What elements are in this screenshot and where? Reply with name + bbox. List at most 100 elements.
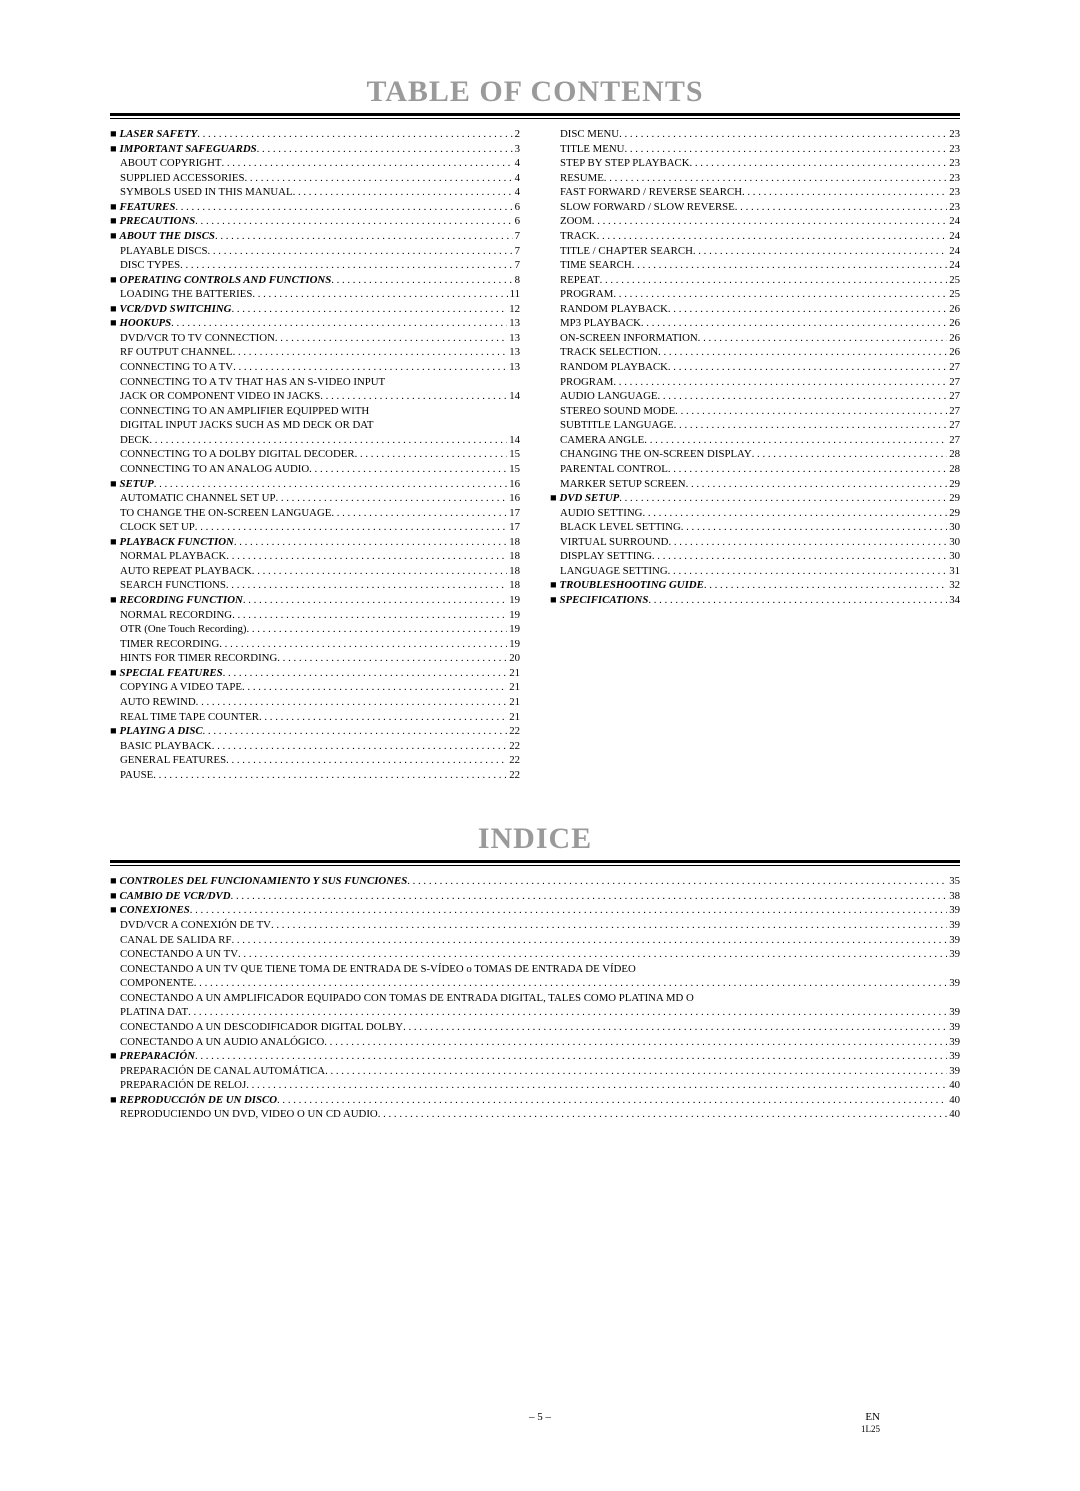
toc-entry: NORMAL RECORDING19 <box>110 608 520 623</box>
toc-entry: MP3 PLAYBACK26 <box>550 316 960 331</box>
toc-entry-label: ■PLAYBACK FUNCTION <box>110 535 234 550</box>
toc-entry-label: RANDOM PLAYBACK <box>560 302 668 317</box>
toc-dots <box>681 520 947 535</box>
toc-entry-label: BASIC PLAYBACK <box>120 739 212 754</box>
toc-dots <box>690 156 948 171</box>
toc-entry: PLATINA DAT39 <box>110 1005 960 1020</box>
toc-dots <box>221 156 512 171</box>
toc-entry-page: 26 <box>947 316 960 331</box>
toc-dots <box>403 1020 947 1035</box>
toc-entry-label: SUPPLIED ACCESSORIES <box>120 171 245 186</box>
divider <box>110 860 960 863</box>
toc-entry-label: REAL TIME TAPE COUNTER <box>120 710 259 725</box>
toc-entry-page: 18 <box>507 535 520 550</box>
toc-entry-page: 28 <box>947 462 960 477</box>
toc-entry-label: AUTO REWIND <box>120 695 196 710</box>
toc-dots <box>195 520 507 535</box>
toc-entry-page: 13 <box>507 360 520 375</box>
footer-lang: EN <box>865 1411 880 1423</box>
toc-entry: TRACK SELECTION26 <box>550 345 960 360</box>
toc-dots <box>686 477 948 492</box>
toc-entry-label: ■IMPORTANT SAFEGUARDS <box>110 142 257 157</box>
toc-entry-page: 7 <box>513 229 520 244</box>
toc-entry-page: 15 <box>507 462 520 477</box>
toc-entry: PARENTAL CONTROL28 <box>550 462 960 477</box>
toc-dots <box>246 1078 947 1093</box>
toc-dots <box>212 739 508 754</box>
toc-entry-label: ■LASER SAFETY <box>110 127 197 142</box>
toc-entry-label: CONNECTING TO A TV <box>120 360 233 375</box>
toc-entry: TO CHANGE THE ON-SCREEN LANGUAGE17 <box>110 506 520 521</box>
toc-entry: ZOOM24 <box>550 214 960 229</box>
toc-page: TABLE OF CONTENTS ■LASER SAFETY2■IMPORTA… <box>0 0 1080 1491</box>
toc-entry: AUTO REPEAT PLAYBACK18 <box>110 564 520 579</box>
toc-entry: SLOW FORWARD / SLOW REVERSE23 <box>550 200 960 215</box>
toc-entry-page: 22 <box>507 768 520 783</box>
toc-entry-label: ZOOM <box>560 214 592 229</box>
toc-entry-label: REPEAT <box>560 273 600 288</box>
toc-entry: CONECTANDO A UN DESCODIFICADOR DIGITAL D… <box>110 1020 960 1035</box>
toc-dots <box>648 593 947 608</box>
toc-dots <box>238 947 947 962</box>
toc-entry-label: VIRTUAL SURROUND <box>560 535 668 550</box>
toc-entry-page: 24 <box>947 244 960 259</box>
toc-entry: COPYING A VIDEO TAPE21 <box>110 680 520 695</box>
toc-dots <box>658 345 947 360</box>
toc-dots <box>641 316 947 331</box>
toc-entry-label: SEARCH FUNCTIONS <box>120 578 226 593</box>
toc-entry: ■PLAYING A DISC22 <box>110 724 520 739</box>
toc-entry-page: 7 <box>513 258 520 273</box>
toc-entry: ■LASER SAFETY2 <box>110 127 520 142</box>
toc-entry-page: 27 <box>947 433 960 448</box>
toc-dots <box>190 903 947 918</box>
toc-dots <box>752 447 948 462</box>
toc-entry-page: 25 <box>947 273 960 288</box>
toc-entry-page: 21 <box>507 666 520 681</box>
toc-entry-page: 34 <box>947 593 960 608</box>
toc-entry-label: FAST FORWARD / REVERSE SEARCH <box>560 185 742 200</box>
toc-entry: AUDIO SETTING29 <box>550 506 960 521</box>
toc-entry-label: DISC TYPES <box>120 258 180 273</box>
toc-dots <box>619 491 947 506</box>
toc-entry-label: RANDOM PLAYBACK <box>560 360 668 375</box>
toc-entry-label: LANGUAGE SETTING <box>560 564 668 579</box>
toc-dots <box>259 710 507 725</box>
toc-entry: REPEAT 25 <box>550 273 960 288</box>
toc-dots <box>257 142 513 157</box>
toc-entry: ■PLAYBACK FUNCTION 18 <box>110 535 520 550</box>
toc-entry-page: 22 <box>507 753 520 768</box>
toc-dots <box>613 287 947 302</box>
toc-entry: CONECTANDO A UN AMPLIFICADOR EQUIPADO CO… <box>110 991 960 1006</box>
toc-entry: ■CAMBIO DE VCR/DVD38 <box>110 889 960 904</box>
toc-entry: CONNECTING TO AN AMPLIFIER EQUIPPED WITH <box>110 404 520 419</box>
toc-entry: JACK OR COMPONENT VIDEO IN JACKS14 <box>110 389 520 404</box>
toc-entry-label: CAMERA ANGLE <box>560 433 644 448</box>
toc-entry-page: 24 <box>947 258 960 273</box>
toc-dots <box>233 360 507 375</box>
toc-dots <box>277 1093 947 1108</box>
toc-dots <box>153 768 507 783</box>
toc-entry: TIME SEARCH24 <box>550 258 960 273</box>
divider <box>110 113 960 116</box>
toc-entry-page: 23 <box>947 127 960 142</box>
toc-entry: NORMAL PLAYBACK18 <box>110 549 520 564</box>
toc-entry-page: 23 <box>947 156 960 171</box>
toc-dots <box>195 1049 947 1064</box>
toc-entry-page: 26 <box>947 302 960 317</box>
toc-entry-page: 40 <box>947 1093 960 1108</box>
toc-dots <box>246 622 507 637</box>
toc-entry: ■PRECAUTIONS6 <box>110 214 520 229</box>
toc-dots <box>234 535 507 550</box>
toc-entry-label: CONECTANDO A UN AMPLIFICADOR EQUIPADO CO… <box>120 991 694 1006</box>
toc-entry-label: CONNECTING TO A DOLBY DIGITAL DECODER <box>120 447 355 462</box>
toc-entry-label: COPYING A VIDEO TAPE <box>120 680 242 695</box>
toc-entry-label: COMPONENTE <box>120 976 194 991</box>
toc-entry-page: 18 <box>507 564 520 579</box>
toc-entry: TITLE / CHAPTER SEARCH24 <box>550 244 960 259</box>
toc-entry-page: 29 <box>947 506 960 521</box>
toc-entry-page: 3 <box>513 142 520 157</box>
toc-entry: COMPONENTE39 <box>110 976 960 991</box>
toc-entry: DISC MENU23 <box>550 127 960 142</box>
toc-entry-page: 30 <box>947 520 960 535</box>
toc-dots <box>693 244 947 259</box>
